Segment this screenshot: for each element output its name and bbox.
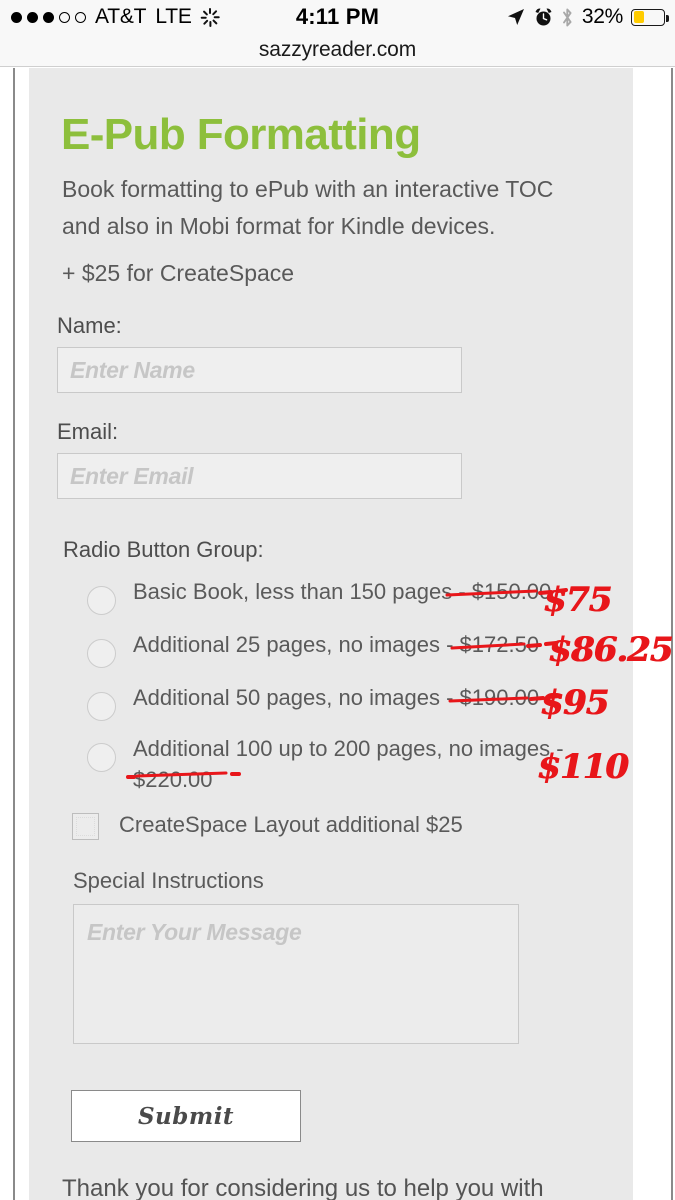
radio-group-label: Radio Button Group: <box>63 537 264 562</box>
name-input[interactable]: Enter Name <box>57 347 462 393</box>
page-title: E-Pub Formatting <box>61 110 421 159</box>
radio-button-icon[interactable] <box>87 692 116 721</box>
submit-button[interactable]: Submit <box>71 1090 301 1142</box>
special-instructions-label: Special Instructions <box>73 868 264 893</box>
name-label: Name: <box>57 313 122 338</box>
radio-option-label: Additional 100 up to 200 pages, no image… <box>133 736 564 792</box>
url-text: sazzyreader.com <box>258 38 417 61</box>
ios-status-bar: AT&T LTE 4:11 PM 32% <box>0 0 675 34</box>
battery-icon <box>631 8 669 26</box>
page-left-border <box>13 68 15 1200</box>
message-textarea-placeholder: Enter Your Message <box>87 919 302 945</box>
radio-button-icon[interactable] <box>87 586 116 615</box>
status-bar-right: 32% <box>506 0 669 34</box>
email-input[interactable]: Enter Email <box>57 453 462 499</box>
email-input-placeholder: Enter Email <box>70 462 194 489</box>
email-label: Email: <box>57 419 119 444</box>
addon-note: + $25 for CreateSpace <box>62 260 295 286</box>
radio-option-additional-50[interactable]: Additional 50 pages, no images - $190.00 <box>87 682 647 734</box>
browser-url-bar[interactable]: sazzyreader.com <box>0 34 675 67</box>
page-right-border <box>671 68 673 1200</box>
alarm-clock-icon <box>534 7 553 27</box>
radio-option-basic-book[interactable]: Basic Book, less than 150 pages - $150.0… <box>87 576 647 628</box>
radio-button-icon[interactable] <box>87 639 116 668</box>
web-page-viewport: E-Pub Formatting Book formatting to ePub… <box>0 68 675 1200</box>
phone-screenshot: AT&T LTE 4:11 PM 32% sazzyreader.com E-P… <box>0 0 675 1200</box>
footer-thanks-text: Thank you for considering us to help you… <box>62 1175 544 1200</box>
content-panel: E-Pub Formatting Book formatting to ePub… <box>29 68 633 1200</box>
radio-option-label: Basic Book, less than 150 pages - $150.0… <box>133 579 552 604</box>
checkbox-icon[interactable] <box>72 813 99 840</box>
page-description: Book formatting to ePub with an interact… <box>62 176 554 239</box>
bluetooth-icon <box>561 7 574 28</box>
submit-button-label: Submit <box>137 1102 235 1130</box>
radio-button-icon[interactable] <box>87 743 116 772</box>
radio-option-additional-100-200[interactable]: Additional 100 up to 200 pages, no image… <box>87 733 647 792</box>
battery-percent-label: 32% <box>581 5 623 28</box>
checkbox-label: CreateSpace Layout additional $25 <box>119 812 463 837</box>
name-input-placeholder: Enter Name <box>70 356 195 383</box>
radio-option-label: Additional 50 pages, no images - $190.00 <box>133 685 540 710</box>
radio-option-additional-25[interactable]: Additional 25 pages, no images - $172.50 <box>87 629 647 681</box>
location-arrow-icon <box>506 7 526 27</box>
message-textarea[interactable]: Enter Your Message <box>73 904 519 1044</box>
radio-option-label: Additional 25 pages, no images - $172.50 <box>133 632 540 657</box>
